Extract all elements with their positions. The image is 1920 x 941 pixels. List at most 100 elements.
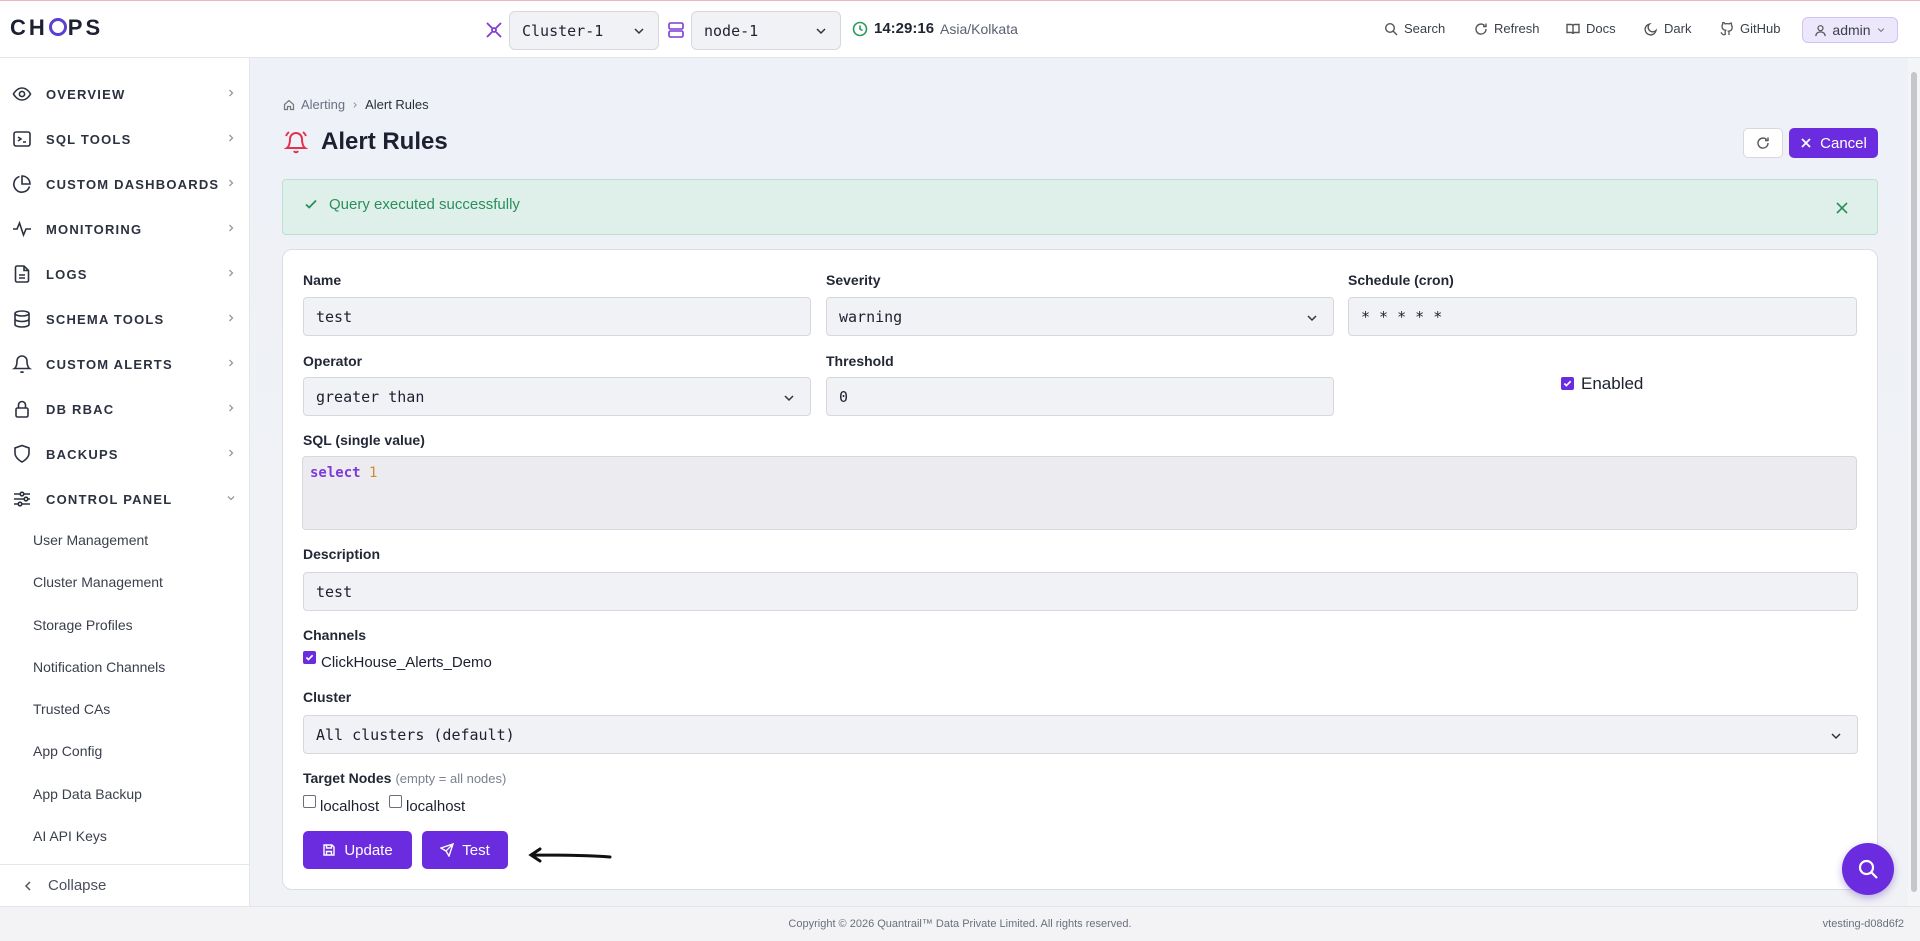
operator-select[interactable]: greater than bbox=[303, 377, 811, 416]
target-nodes-hint: (empty = all nodes) bbox=[395, 771, 507, 786]
refresh-icon bbox=[1475, 22, 1487, 35]
schedule-value: * * * * * bbox=[1361, 307, 1443, 326]
refresh-link[interactable]: Refresh bbox=[1474, 21, 1540, 36]
cluster-icon bbox=[486, 22, 502, 38]
docs-label: Docs bbox=[1586, 21, 1616, 36]
sidebar-subitem-trusted-cas[interactable]: Trusted CAs bbox=[33, 701, 110, 717]
refresh-icon bbox=[1757, 137, 1769, 149]
chevron-down-icon bbox=[1831, 733, 1841, 740]
search-fab-button[interactable] bbox=[1842, 843, 1894, 895]
sidebar-item-custom-dashboards[interactable]: CUSTOM DASHBOARDS bbox=[0, 162, 250, 206]
scrollbar-thumb[interactable] bbox=[1911, 72, 1917, 892]
description-input[interactable]: test bbox=[303, 572, 1858, 611]
clock-display: 14:29:16 Asia/Kolkata bbox=[852, 20, 1018, 37]
name-value: test bbox=[316, 307, 353, 326]
sidebar-item-control-panel[interactable]: CONTROL PANEL bbox=[0, 477, 250, 521]
test-button[interactable]: Test bbox=[422, 831, 508, 869]
sidebar-item-logs[interactable]: LOGS bbox=[0, 252, 250, 296]
sidebar-item-sql-tools[interactable]: SQL TOOLS bbox=[0, 117, 250, 161]
chevron-right-icon bbox=[229, 89, 234, 97]
server-icon bbox=[668, 22, 684, 38]
eye-icon bbox=[12, 87, 32, 101]
chevron-down-icon bbox=[1307, 315, 1317, 322]
sidebar-item-overview[interactable]: OVERVIEW bbox=[0, 72, 250, 116]
sidebar-item-label: CONTROL PANEL bbox=[46, 491, 173, 507]
page-title: Alert Rules bbox=[321, 128, 448, 155]
sidebar-subitem-ai-api-keys[interactable]: AI API Keys bbox=[33, 828, 107, 844]
sidebar-item-label: SCHEMA TOOLS bbox=[46, 311, 165, 327]
severity-select[interactable]: warning bbox=[826, 297, 1334, 336]
node-select[interactable]: node-1 bbox=[691, 11, 841, 50]
sidebar-subitem-cluster-management[interactable]: Cluster Management bbox=[33, 574, 163, 590]
bell-icon bbox=[12, 355, 32, 374]
app-logo[interactable]: CH PS bbox=[10, 15, 103, 41]
github-link[interactable]: GitHub bbox=[1720, 21, 1780, 36]
scrollbar[interactable] bbox=[1908, 58, 1920, 906]
refresh-button[interactable] bbox=[1743, 128, 1783, 158]
sidebar-subitem-app-data-backup[interactable]: App Data Backup bbox=[33, 786, 142, 802]
check-icon bbox=[305, 199, 317, 209]
breadcrumb: Alerting Alert Rules bbox=[283, 97, 429, 112]
enabled-checkbox[interactable] bbox=[1561, 377, 1574, 390]
home-icon bbox=[283, 99, 295, 110]
docs-link[interactable]: Docs bbox=[1566, 21, 1616, 36]
sliders-icon bbox=[14, 491, 30, 507]
search-icon bbox=[1384, 22, 1398, 35]
cluster-select[interactable]: Cluster-1 bbox=[509, 11, 659, 50]
node-checkbox-2[interactable] bbox=[389, 795, 402, 808]
sql-keyword: select bbox=[310, 465, 361, 481]
sidebar-item-label: OVERVIEW bbox=[46, 86, 126, 102]
sidebar-subitem-notification-channels[interactable]: Notification Channels bbox=[33, 659, 165, 675]
user-name: admin bbox=[1832, 22, 1871, 38]
operator-label: Operator bbox=[303, 353, 363, 369]
pie-chart-icon bbox=[13, 175, 31, 193]
sidebar-item-db-rbac[interactable]: DB RBAC bbox=[0, 387, 250, 431]
theme-toggle[interactable]: Dark bbox=[1644, 21, 1691, 36]
target-nodes-title: Target Nodes bbox=[303, 770, 392, 786]
cancel-button[interactable]: Cancel bbox=[1789, 128, 1878, 158]
schedule-label: Schedule (cron) bbox=[1348, 272, 1454, 288]
breadcrumb-parent[interactable]: Alerting bbox=[301, 97, 345, 112]
node-checkbox-1[interactable] bbox=[303, 795, 316, 808]
sidebar-item-monitoring[interactable]: MONITORING bbox=[0, 207, 250, 251]
channel-checkbox[interactable] bbox=[303, 651, 316, 664]
channel-label: ClickHouse_Alerts_Demo bbox=[321, 654, 492, 671]
operator-value: greater than bbox=[316, 387, 425, 406]
github-label: GitHub bbox=[1740, 21, 1781, 36]
theme-label: Dark bbox=[1664, 21, 1692, 36]
target-nodes-label: Target Nodes (empty = all nodes) bbox=[303, 770, 506, 786]
chevron-right-icon bbox=[229, 134, 234, 142]
update-button[interactable]: Update bbox=[303, 831, 412, 869]
sidebar-item-label: DB RBAC bbox=[46, 401, 115, 417]
collapse-sidebar-button[interactable]: Collapse bbox=[22, 877, 106, 894]
chevron-right-icon bbox=[229, 224, 234, 232]
sql-editor[interactable]: select 1 bbox=[302, 456, 1857, 530]
chevron-right-icon bbox=[229, 404, 234, 412]
user-menu-button[interactable]: admin bbox=[1802, 17, 1898, 43]
sidebar-item-schema-tools[interactable]: SCHEMA TOOLS bbox=[0, 297, 250, 341]
sidebar-subitem-user-management[interactable]: User Management bbox=[33, 532, 148, 548]
sidebar-subitem-storage-profiles[interactable]: Storage Profiles bbox=[33, 617, 133, 633]
file-text-icon bbox=[14, 265, 30, 283]
search-label: Search bbox=[1404, 21, 1446, 36]
schedule-input[interactable]: * * * * * bbox=[1348, 297, 1857, 336]
footer: Copyright © 2026 Quantrail™ Data Private… bbox=[0, 906, 1920, 941]
sql-label: SQL (single value) bbox=[303, 432, 425, 448]
cluster-value: All clusters (default) bbox=[316, 725, 515, 744]
sidebar-item-label: SQL TOOLS bbox=[46, 131, 132, 147]
alert-rule-form bbox=[282, 249, 1878, 890]
update-label: Update bbox=[344, 841, 393, 859]
cluster-select-field[interactable]: All clusters (default) bbox=[303, 715, 1858, 754]
threshold-input[interactable]: 0 bbox=[826, 377, 1334, 416]
name-input[interactable]: test bbox=[303, 297, 811, 336]
arrow-left-icon bbox=[528, 847, 612, 863]
sidebar-item-custom-alerts[interactable]: CUSTOM ALERTS bbox=[0, 342, 250, 386]
sidebar-item-backups[interactable]: BACKUPS bbox=[0, 432, 250, 476]
close-icon[interactable] bbox=[1835, 201, 1849, 215]
search-link[interactable]: Search bbox=[1384, 21, 1445, 36]
sidebar-subitem-app-config[interactable]: App Config bbox=[33, 743, 102, 759]
database-icon bbox=[14, 310, 30, 328]
sidebar-item-label: BACKUPS bbox=[46, 446, 119, 462]
severity-label: Severity bbox=[826, 272, 881, 288]
sidebar-divider bbox=[0, 864, 250, 865]
